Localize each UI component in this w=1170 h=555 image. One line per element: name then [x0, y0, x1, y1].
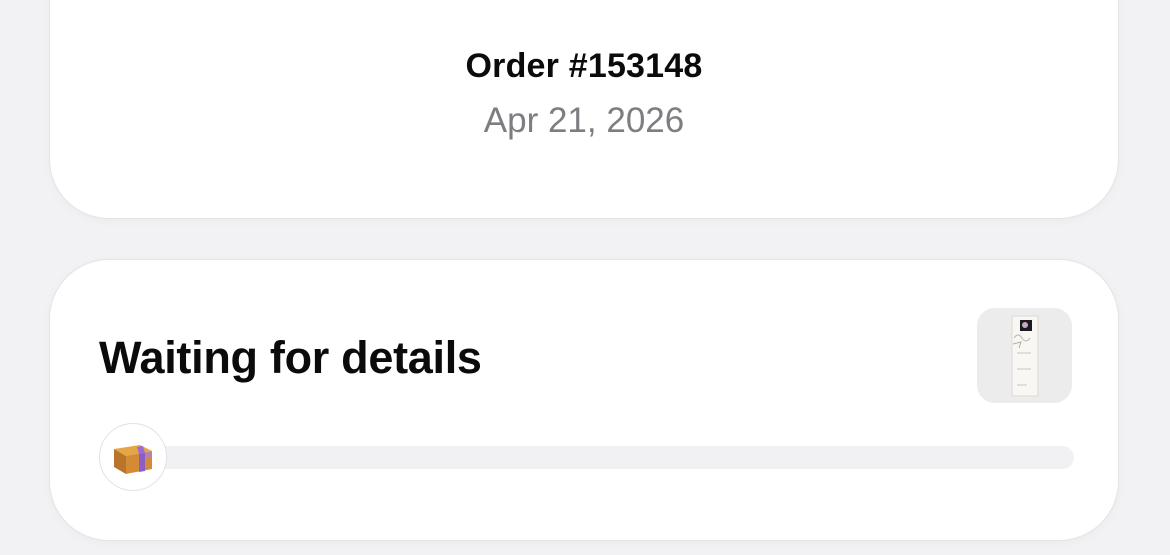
product-image-icon [977, 308, 1072, 403]
product-thumbnail[interactable] [977, 308, 1072, 403]
package-box-icon [114, 445, 152, 474]
order-date: Apr 21, 2026 [483, 101, 685, 140]
order-status-card[interactable]: Waiting for details [49, 259, 1119, 541]
order-number: Order #153148 [465, 47, 703, 85]
order-summary-card: Order #153148 Apr 21, 2026 [49, 0, 1119, 219]
status-title: Waiting for details [99, 332, 482, 383]
progress-track [110, 446, 1074, 469]
progress-stage-indicator [99, 423, 167, 491]
